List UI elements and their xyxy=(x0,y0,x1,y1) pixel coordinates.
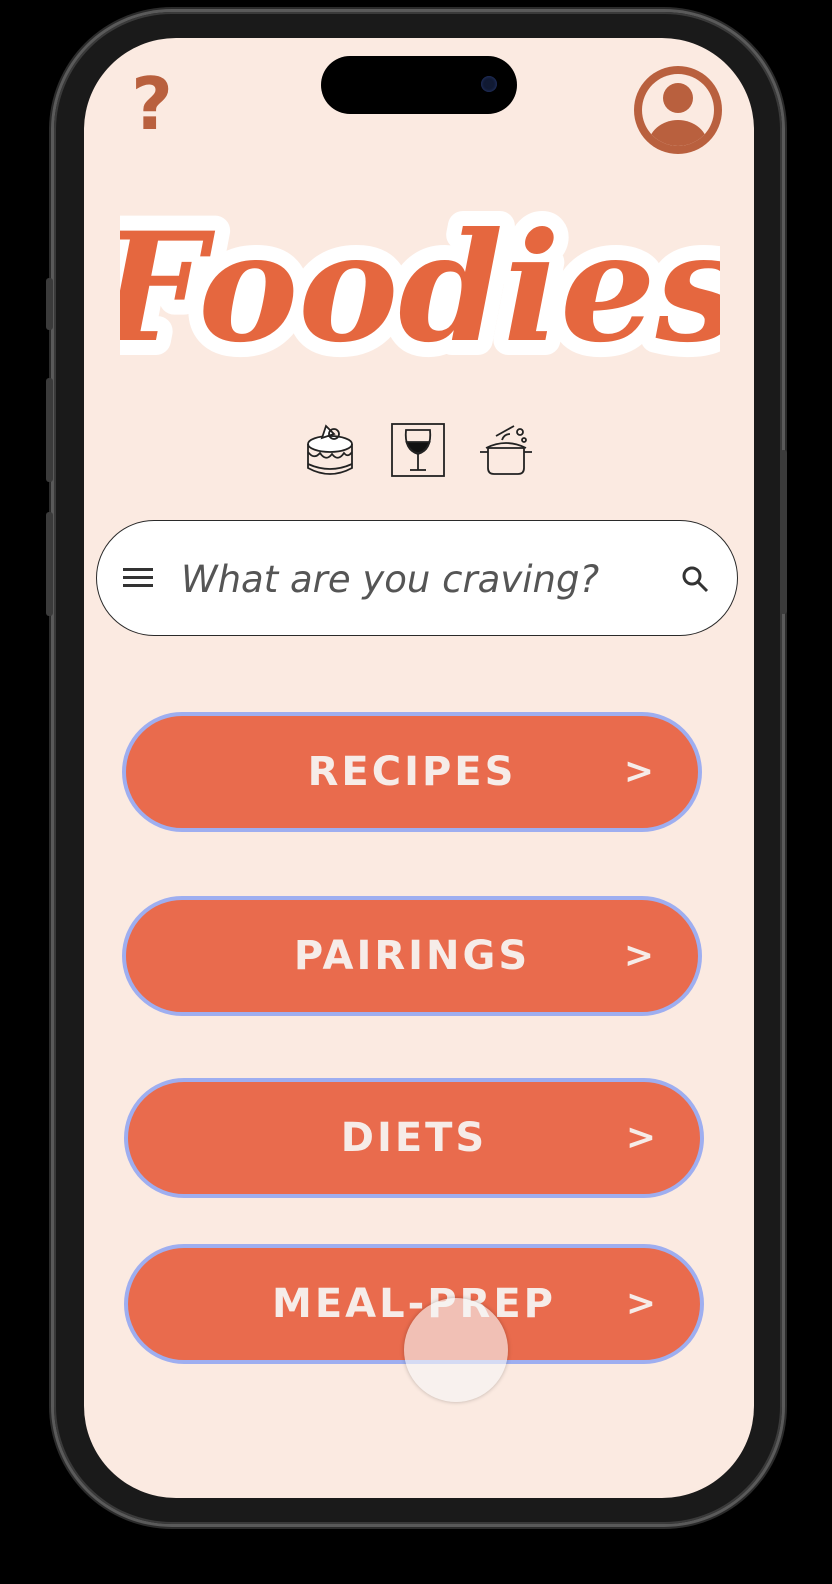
user-avatar-icon[interactable] xyxy=(630,62,726,158)
cake-icon[interactable] xyxy=(300,420,360,480)
search-input[interactable] xyxy=(181,549,661,609)
chevron-right-icon: > xyxy=(625,1117,656,1158)
cooking-pot-icon[interactable] xyxy=(476,420,536,480)
category-icons xyxy=(296,420,546,482)
search-bar xyxy=(96,520,738,636)
dynamic-island xyxy=(321,56,517,114)
app-screen: ? Foodies Foodies What are you craving? … xyxy=(84,38,754,1498)
recipes-label: RECIPES xyxy=(307,749,517,795)
power-button xyxy=(780,450,787,614)
volume-down-button xyxy=(46,512,53,616)
logo-text: Foodies xyxy=(120,200,720,376)
search-icon[interactable] xyxy=(679,563,711,595)
chevron-right-icon: > xyxy=(623,935,654,976)
diets-button[interactable]: DIETS > xyxy=(124,1078,704,1198)
question-mark-icon[interactable]: ? xyxy=(124,64,180,144)
front-camera xyxy=(481,76,497,92)
action-button xyxy=(46,278,53,330)
recipes-button[interactable]: RECIPES > xyxy=(122,712,702,832)
pairings-button[interactable]: PAIRINGS > xyxy=(122,896,702,1016)
chevron-right-icon: > xyxy=(623,751,654,792)
pairings-label: PAIRINGS xyxy=(293,933,531,979)
foodies-logo: Foodies Foodies xyxy=(84,185,754,391)
volume-up-button xyxy=(46,378,53,482)
touch-indicator xyxy=(404,1298,508,1402)
diets-label: DIETS xyxy=(340,1115,488,1161)
chevron-right-icon: > xyxy=(625,1283,656,1324)
wine-glass-icon[interactable] xyxy=(388,420,448,480)
hamburger-menu-icon[interactable] xyxy=(123,565,153,591)
